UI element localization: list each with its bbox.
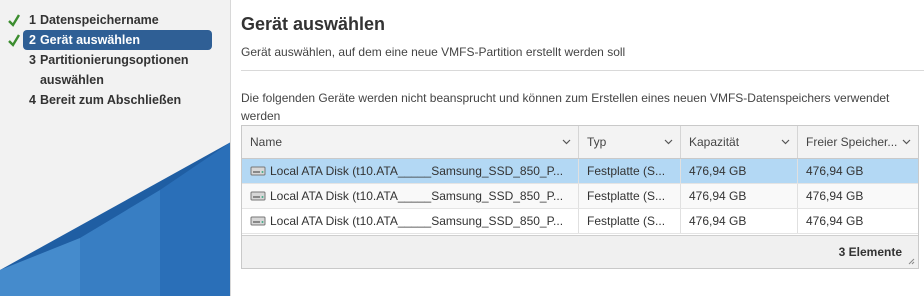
page-subtitle: Gerät auswählen, auf dem eine neue VMFS-… bbox=[241, 45, 626, 59]
cell-type: Festplatte (S... bbox=[579, 209, 681, 233]
wizard-content: Gerät auswählen Gerät auswählen, auf dem… bbox=[231, 0, 924, 296]
cell-free-space: 476,94 GB bbox=[806, 164, 864, 178]
step-number: 1 bbox=[29, 13, 36, 27]
device-table: Name Typ Kapazität Freier Speicher... Lo… bbox=[241, 125, 919, 269]
divider bbox=[241, 70, 924, 71]
page-title: Gerät auswählen bbox=[241, 14, 386, 34]
wizard-nav: 1 Datenspeichername 2 Gerät auswählen 3 … bbox=[0, 0, 231, 296]
cell-capacity: 476,94 GB bbox=[681, 159, 798, 183]
disk-name: Local ATA Disk (t10.ATA_____Samsung_SSD_… bbox=[270, 214, 564, 228]
cell-name: Local ATA Disk (t10.ATA_____Samsung_SSD_… bbox=[242, 209, 579, 233]
column-label: Typ bbox=[587, 135, 607, 149]
chevron-down-icon[interactable] bbox=[562, 139, 571, 145]
cell-capacity: 476,94 GB bbox=[681, 184, 798, 208]
cell-free-space: 476,94 GB bbox=[806, 189, 864, 203]
chevron-down-icon[interactable] bbox=[781, 139, 790, 145]
disk-name: Local ATA Disk (t10.ATA_____Samsung_SSD_… bbox=[270, 189, 564, 203]
disk-icon bbox=[250, 191, 266, 201]
step-number: 4 bbox=[29, 93, 36, 107]
table-row[interactable]: Local ATA Disk (t10.ATA_____Samsung_SSD_… bbox=[242, 184, 918, 209]
step-number: 2 bbox=[29, 33, 36, 47]
wizard-step-4[interactable]: 4 Bereit zum Abschließen bbox=[23, 90, 212, 110]
column-header-free-space[interactable]: Freier Speicher... bbox=[798, 126, 918, 158]
wizard-step-3[interactable]: 3 Partitionierungsoptionen auswählen bbox=[23, 50, 212, 90]
item-count: 3 Elemente bbox=[838, 245, 902, 259]
disk-icon bbox=[250, 216, 266, 226]
step-label: Gerät auswählen bbox=[39, 33, 140, 47]
column-header-name[interactable]: Name bbox=[242, 126, 579, 158]
check-icon bbox=[8, 34, 21, 47]
column-label: Name bbox=[250, 135, 283, 149]
disk-icon bbox=[250, 166, 266, 176]
step-label-line1: Partitionierungsoptionen bbox=[39, 53, 189, 67]
step-label: Partitionierungsoptionen auswählen bbox=[40, 50, 189, 90]
column-label: Kapazität bbox=[689, 135, 740, 149]
cell-capacity: 476,94 GB bbox=[681, 209, 798, 233]
column-header-type[interactable]: Typ bbox=[579, 126, 681, 158]
check-icon bbox=[8, 14, 21, 27]
step-label-line2: auswählen bbox=[39, 73, 104, 87]
cell-type: Festplatte (S... bbox=[579, 159, 681, 183]
cell-name: Local ATA Disk (t10.ATA_____Samsung_SSD_… bbox=[242, 184, 579, 208]
resize-handle-icon[interactable] bbox=[908, 258, 915, 265]
step-label: Datenspeichername bbox=[39, 13, 159, 27]
table-footer: 3 Elemente bbox=[242, 235, 918, 268]
chevron-down-icon[interactable] bbox=[902, 139, 911, 145]
wizard-step-2[interactable]: 2 Gerät auswählen bbox=[8, 30, 212, 50]
chevron-down-icon[interactable] bbox=[664, 139, 673, 145]
page-description: Die folgenden Geräte werden nicht beansp… bbox=[241, 91, 890, 123]
table-row[interactable]: Local ATA Disk (t10.ATA_____Samsung_SSD_… bbox=[242, 209, 918, 234]
wizard-step-1[interactable]: 1 Datenspeichername bbox=[8, 10, 212, 30]
step-number: 3 bbox=[29, 53, 36, 67]
cell-free-space: 476,94 GB bbox=[806, 214, 864, 228]
disk-name: Local ATA Disk (t10.ATA_____Samsung_SSD_… bbox=[270, 164, 564, 178]
cell-name: Local ATA Disk (t10.ATA_____Samsung_SSD_… bbox=[242, 159, 579, 183]
table-header: Name Typ Kapazität Freier Speicher... bbox=[242, 126, 918, 159]
column-header-capacity[interactable]: Kapazität bbox=[681, 126, 798, 158]
table-body: Local ATA Disk (t10.ATA_____Samsung_SSD_… bbox=[242, 159, 918, 234]
table-row[interactable]: Local ATA Disk (t10.ATA_____Samsung_SSD_… bbox=[242, 159, 918, 184]
column-label: Freier Speicher... bbox=[806, 135, 898, 149]
cell-type: Festplatte (S... bbox=[579, 184, 681, 208]
step-label: Bereit zum Abschließen bbox=[39, 93, 182, 107]
